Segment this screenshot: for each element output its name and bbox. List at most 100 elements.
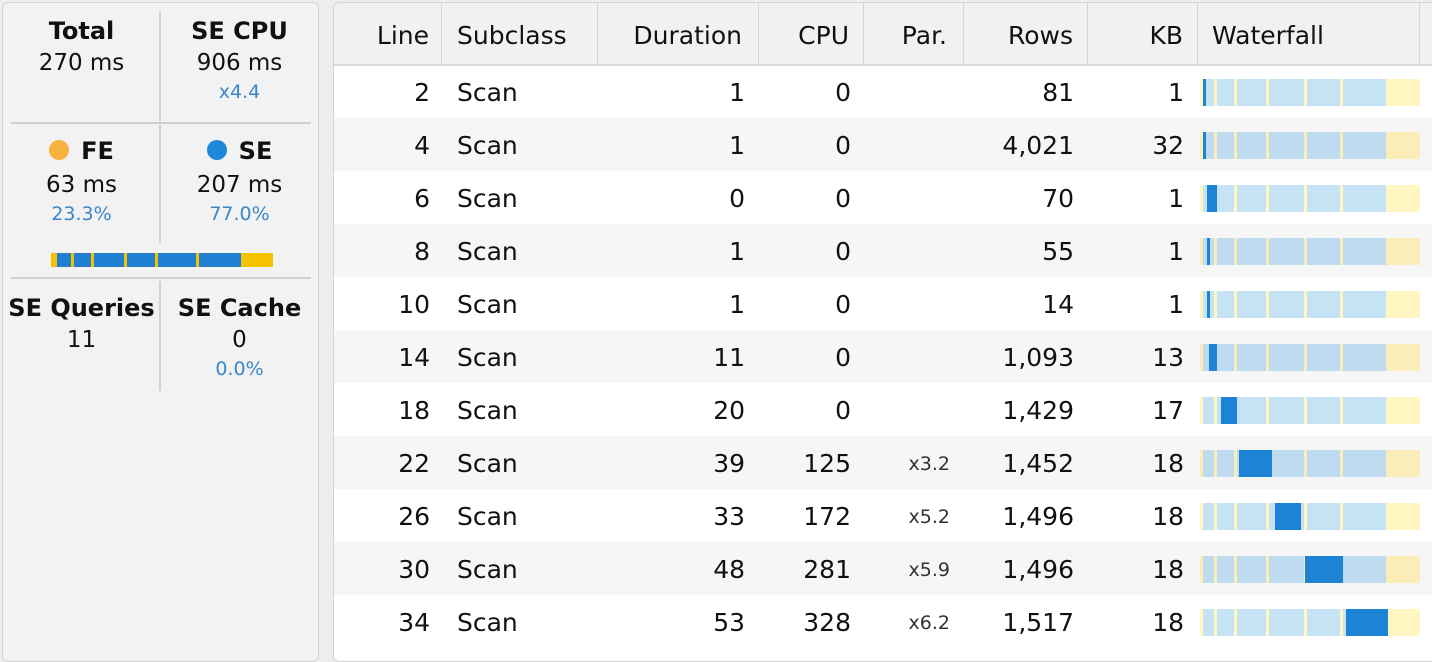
waterfall-segment: [1237, 344, 1266, 371]
waterfall-bar: [1200, 397, 1420, 424]
waterfall-segment: [1307, 79, 1340, 106]
cell-line: 18: [398, 396, 430, 425]
waterfall-segment: [1343, 132, 1386, 159]
cell-cpu: 0: [835, 343, 851, 372]
waterfall-segment: [1203, 397, 1214, 424]
cell-subclass: Scan: [457, 449, 518, 478]
table-row[interactable]: 30 Scan 48 281 x5.9 1,496 18: [334, 542, 1432, 595]
cell-duration: 1: [729, 78, 745, 107]
cell-rows: 1,517: [1002, 608, 1074, 637]
waterfall-segment: [1307, 450, 1340, 477]
cell-duration: 1: [729, 290, 745, 319]
waterfall-segment: [1217, 132, 1234, 159]
table-row[interactable]: 14 Scan 11 0 1,093 13: [334, 330, 1432, 383]
cell-par: [864, 383, 950, 436]
waterfall-segment: [1307, 503, 1340, 530]
column-header-kb[interactable]: KB: [1088, 3, 1198, 64]
cell-rows: 14: [1042, 290, 1074, 319]
waterfall-bar: [1200, 556, 1420, 583]
ratio-bar-tick: [71, 253, 74, 267]
se-cpu-metric: SE CPU 906 ms x4.4: [161, 17, 318, 103]
ratio-bar-tick: [196, 253, 199, 267]
column-header-line[interactable]: Line: [334, 3, 442, 64]
column-header-duration[interactable]: Duration: [598, 3, 759, 64]
column-header-cpu[interactable]: CPU: [759, 3, 864, 64]
waterfall-segment: [1217, 79, 1234, 106]
cell-subclass: Scan: [457, 555, 518, 584]
cell-par: x6.2: [908, 612, 950, 634]
column-header-par[interactable]: Par.: [864, 3, 964, 64]
summary-divider: [11, 122, 311, 124]
cell-kb: 18: [1152, 449, 1184, 478]
cell-kb: 1: [1168, 78, 1184, 107]
waterfall-segment: [1343, 556, 1386, 583]
waterfall-segment: [1237, 185, 1266, 212]
waterfall-segment: [1237, 291, 1266, 318]
waterfall-segment: [1217, 185, 1234, 212]
cell-par: [864, 224, 950, 277]
cell-rows: 1,093: [1002, 343, 1074, 372]
cell-subclass: Scan: [457, 290, 518, 319]
cell-rows: 1,452: [1002, 449, 1074, 478]
table-row[interactable]: 10 Scan 1 0 14 1: [334, 277, 1432, 330]
waterfall-segment: [1217, 450, 1234, 477]
table-header: Line Subclass Duration CPU Par. Rows KB …: [334, 3, 1432, 66]
table-row[interactable]: 18 Scan 20 0 1,429 17: [334, 383, 1432, 436]
waterfall-bar: [1200, 344, 1420, 371]
fe-label: FE: [81, 137, 114, 165]
waterfall-segment: [1269, 609, 1304, 636]
total-label: Total: [48, 17, 115, 45]
ratio-bar-fe-end: [241, 253, 273, 267]
table-row[interactable]: 34 Scan 53 328 x6.2 1,517 18: [334, 595, 1432, 648]
waterfall-query-bar: [1203, 132, 1206, 159]
cell-line: 2: [414, 78, 430, 107]
waterfall-bar: [1200, 238, 1420, 265]
column-header-rows[interactable]: Rows: [964, 3, 1088, 64]
waterfall-segment: [1343, 238, 1386, 265]
waterfall-segment: [1237, 132, 1266, 159]
waterfall-segment: [1237, 397, 1266, 424]
table-row[interactable]: 6 Scan 0 0 70 1: [334, 171, 1432, 224]
cell-subclass: Scan: [457, 78, 518, 107]
cell-par: x3.2: [908, 453, 950, 475]
cell-line: 26: [398, 502, 430, 531]
se-queries-value: 11: [66, 327, 97, 353]
column-header-subclass[interactable]: Subclass: [442, 3, 598, 64]
table-row[interactable]: 8 Scan 1 0 55 1: [334, 224, 1432, 277]
cell-par: [864, 330, 950, 383]
table-row[interactable]: 26 Scan 33 172 x5.2 1,496 18: [334, 489, 1432, 542]
cell-subclass: Scan: [457, 502, 518, 531]
waterfall-query-bar: [1239, 450, 1272, 477]
waterfall-segment: [1343, 344, 1386, 371]
waterfall-segment: [1217, 344, 1234, 371]
cell-cpu: 328: [803, 608, 851, 637]
cell-cpu: 281: [803, 555, 851, 584]
cell-cpu: 0: [835, 290, 851, 319]
cell-cpu: 0: [835, 184, 851, 213]
ratio-bar-tick: [155, 253, 158, 267]
se-metric: SE 207 ms 77.0%: [161, 137, 318, 225]
se-cpu-ratio: x4.4: [218, 81, 261, 103]
fe-metric: FE 63 ms 23.3%: [3, 137, 160, 225]
waterfall-bar: [1200, 291, 1420, 318]
cell-cpu: 125: [803, 449, 851, 478]
cell-duration: 11: [713, 343, 745, 372]
cell-duration: 20: [713, 396, 745, 425]
waterfall-segment: [1343, 397, 1386, 424]
waterfall-segment: [1269, 238, 1304, 265]
waterfall-query-bar: [1207, 238, 1210, 265]
waterfall-query-bar: [1207, 291, 1210, 318]
cell-cpu: 0: [835, 396, 851, 425]
waterfall-bar: [1200, 609, 1420, 636]
cell-subclass: Scan: [457, 237, 518, 266]
waterfall-segment: [1203, 450, 1214, 477]
se-cache-metric: SE Cache 0 0.0%: [161, 294, 318, 380]
waterfall-segment: [1307, 238, 1340, 265]
fe-header: FE: [3, 137, 160, 165]
table-row[interactable]: 2 Scan 1 0 81 1: [334, 65, 1432, 118]
waterfall-segment: [1237, 79, 1266, 106]
column-header-waterfall[interactable]: Waterfall: [1198, 3, 1420, 64]
cell-rows: 55: [1042, 237, 1074, 266]
table-row[interactable]: 22 Scan 39 125 x3.2 1,452 18: [334, 436, 1432, 489]
table-row[interactable]: 4 Scan 1 0 4,021 32: [334, 118, 1432, 171]
